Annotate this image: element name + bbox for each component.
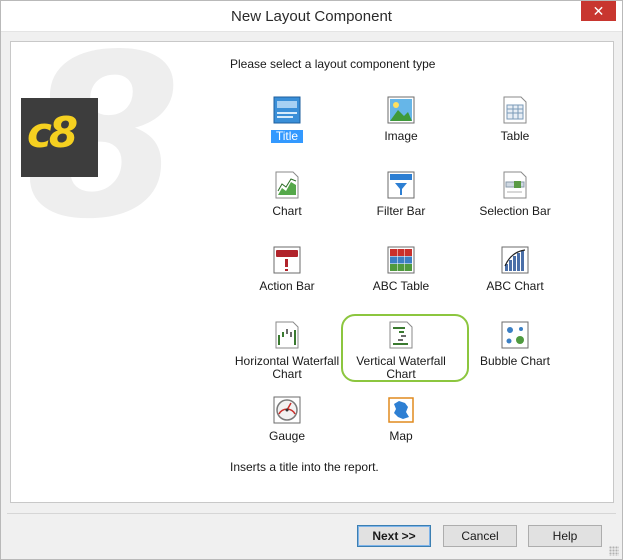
component-label: Title <box>271 130 303 143</box>
component-label: ABC Table <box>372 279 430 293</box>
next-button[interactable]: Next >> <box>357 525 431 547</box>
abc-chart-icon <box>501 246 529 274</box>
image-icon <box>387 96 415 124</box>
component-horizontal-waterfall-chart[interactable]: Horizontal Waterfall Chart <box>235 321 339 381</box>
highlight-ring <box>341 314 469 382</box>
separator <box>7 513 616 514</box>
map-icon <box>388 397 414 423</box>
component-title[interactable]: Title <box>237 96 337 156</box>
action-bar-icon <box>273 246 301 274</box>
chart-icon <box>275 171 299 199</box>
component-label: Gauge <box>268 429 306 443</box>
component-action-bar[interactable]: Action Bar <box>237 246 337 306</box>
abc-table-icon <box>387 246 415 274</box>
component-label: Chart <box>272 204 302 218</box>
component-label: Image <box>384 129 418 143</box>
component-abc-table[interactable]: ABC Table <box>351 246 451 306</box>
component-label: Map <box>389 429 413 443</box>
filter-bar-icon <box>387 171 415 199</box>
selection-bar-icon <box>503 171 527 199</box>
instruction-text: Please select a layout component type <box>230 57 436 71</box>
description-text: Inserts a title into the report. <box>230 460 379 474</box>
component-abc-chart[interactable]: ABC Chart <box>465 246 565 306</box>
help-button[interactable]: Help <box>528 525 602 547</box>
component-label: ABC Chart <box>486 279 544 293</box>
gauge-icon <box>273 396 301 424</box>
component-chart[interactable]: Chart <box>237 171 337 231</box>
component-label: Bubble Chart <box>479 354 551 368</box>
title-bar[interactable]: New Layout Component ✕ <box>1 1 622 32</box>
content-panel: 8 c8 Please select a layout component ty… <box>10 41 614 503</box>
component-label: Filter Bar <box>376 204 426 218</box>
horizontal-waterfall-icon <box>275 321 299 349</box>
component-selection-bar[interactable]: Selection Bar <box>465 171 565 231</box>
next-arrows: >> <box>401 529 416 543</box>
component-filter-bar[interactable]: Filter Bar <box>351 171 451 231</box>
component-map[interactable]: Map <box>351 396 451 456</box>
cancel-button[interactable]: Cancel <box>443 525 517 547</box>
title-icon <box>273 96 301 124</box>
component-label: Action Bar <box>259 279 315 293</box>
close-button[interactable]: ✕ <box>581 1 616 21</box>
component-image[interactable]: Image <box>351 96 451 156</box>
component-gauge[interactable]: Gauge <box>237 396 337 456</box>
window-title: New Layout Component <box>231 8 392 25</box>
resize-grip[interactable] <box>609 546 619 556</box>
component-label: Table <box>500 129 530 143</box>
table-icon <box>503 96 527 124</box>
component-label: Horizontal Waterfall Chart <box>234 354 340 381</box>
component-bubble-chart[interactable]: Bubble Chart <box>465 321 565 381</box>
c8-logo: c8 <box>21 98 98 177</box>
bubble-chart-icon <box>501 321 529 349</box>
logo-text: c8 <box>27 108 78 157</box>
component-table[interactable]: Table <box>465 96 565 156</box>
component-label: Selection Bar <box>479 204 551 218</box>
dialog-window: New Layout Component ✕ 8 c8 Please selec… <box>0 0 623 560</box>
next-button-label: Next <box>372 529 399 543</box>
